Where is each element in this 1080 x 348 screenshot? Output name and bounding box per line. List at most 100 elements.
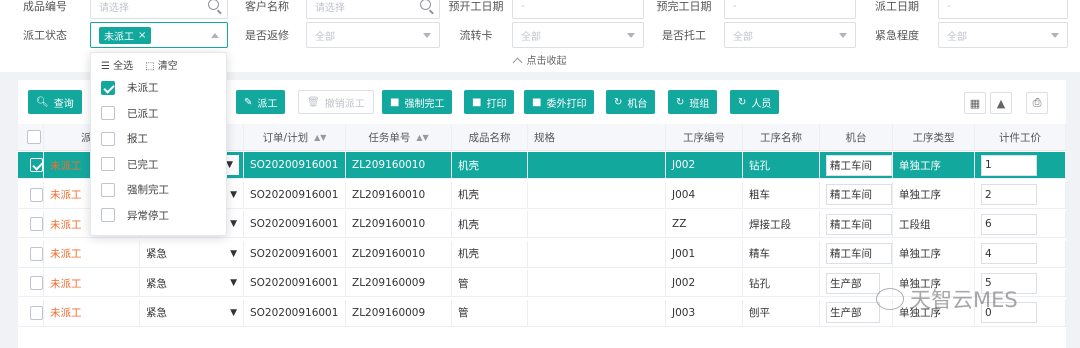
- dropdown-option[interactable]: 已派工: [91, 101, 226, 127]
- row-checkbox-cell[interactable]: [18, 299, 44, 326]
- select-all-action[interactable]: ☰ 全选: [101, 57, 133, 72]
- proc-type-cell: 单独工序: [893, 181, 975, 208]
- row-checkbox[interactable]: [30, 158, 43, 172]
- urgency-select[interactable]: 全部: [938, 22, 1068, 48]
- team-button[interactable]: ↻ 班组: [668, 90, 718, 114]
- dropdown-option[interactable]: 强制完工: [91, 177, 226, 203]
- search-icon[interactable]: [420, 0, 431, 10]
- order-cell: SO20200916001: [244, 211, 346, 237]
- refresh-icon: ↻: [738, 96, 747, 108]
- machine-cell[interactable]: 精工车间: [820, 152, 893, 178]
- sort-icon[interactable]: ▲▼: [314, 133, 326, 142]
- row-checkbox[interactable]: [30, 276, 43, 290]
- rework-select[interactable]: 全部: [306, 22, 440, 48]
- urgency-select[interactable]: 紧急 ▼: [146, 276, 243, 291]
- filter-label-rework: 是否返修: [245, 29, 289, 42]
- price-input[interactable]: 1: [981, 154, 1037, 176]
- price-input[interactable]: 2: [981, 184, 1037, 205]
- order-cell: SO20200916001: [244, 181, 346, 208]
- price-cell[interactable]: 1: [975, 152, 1066, 178]
- stamp-icon: ■: [532, 96, 542, 108]
- price-cell[interactable]: 2: [975, 181, 1066, 208]
- machine-input[interactable]: 精工车间: [826, 243, 892, 264]
- machine-input[interactable]: 精工车间: [826, 213, 892, 235]
- row-checkbox[interactable]: [30, 217, 43, 231]
- select-all-checkbox[interactable]: [26, 130, 41, 144]
- filter-label-outsource: 是否托工: [662, 29, 706, 42]
- customer-input[interactable]: 请选择: [306, 0, 440, 19]
- col-order[interactable]: 订单/计划 ▲▼: [244, 124, 346, 150]
- machine-input[interactable]: 精工车间: [826, 184, 892, 205]
- machine-input[interactable]: 生产部: [826, 302, 880, 323]
- dispatch-date-input[interactable]: -: [938, 0, 1068, 19]
- product-no-input[interactable]: 请选择: [90, 0, 228, 19]
- refresh-icon: ↻: [676, 96, 685, 108]
- status-select[interactable]: 未派工 ×: [90, 22, 228, 48]
- close-icon[interactable]: ×: [138, 30, 146, 41]
- machine-input[interactable]: 生产部: [826, 272, 880, 294]
- dropdown-option[interactable]: 异常停工: [91, 203, 226, 229]
- outsource-select[interactable]: 全部: [724, 22, 856, 48]
- columns-grid-icon[interactable]: ▦: [964, 92, 986, 114]
- row-checkbox-cell[interactable]: [18, 240, 44, 267]
- machine-cell[interactable]: 精工车间: [820, 240, 893, 267]
- col-task-label: 任务单号: [368, 131, 411, 144]
- price-input[interactable]: 6: [981, 213, 1037, 235]
- price-cell[interactable]: 4: [975, 240, 1066, 267]
- dropdown-option[interactable]: 未派工: [91, 75, 226, 101]
- force-complete-button[interactable]: ■ 强制完工: [382, 90, 453, 114]
- row-checkbox-cell[interactable]: [18, 181, 44, 208]
- urgency-select[interactable]: 紧急 ▼: [146, 305, 243, 320]
- option-checkbox[interactable]: [101, 182, 115, 197]
- option-checkbox[interactable]: [101, 157, 115, 172]
- spec-cell: [528, 211, 666, 237]
- dropdown-option[interactable]: 报工: [91, 126, 226, 152]
- col-task-no[interactable]: 任务单号 ▲▼: [346, 124, 452, 150]
- export-icon[interactable]: ▲: [990, 92, 1012, 114]
- machine-cell[interactable]: 精工车间: [820, 181, 893, 208]
- watermark-text: 天智云MES: [910, 288, 1018, 312]
- price-input[interactable]: 4: [981, 243, 1037, 264]
- dropdown-option[interactable]: 已完工: [91, 152, 226, 178]
- row-checkbox-cell[interactable]: [18, 270, 44, 296]
- option-checkbox[interactable]: [101, 131, 115, 146]
- row-checkbox-cell[interactable]: [18, 211, 44, 237]
- plan-start-date-input[interactable]: -: [512, 0, 644, 19]
- urgency-cell[interactable]: 紧急 ▼: [140, 299, 244, 326]
- sort-icon[interactable]: ▲▼: [416, 133, 428, 142]
- dispatch-button[interactable]: ✎ 派工: [236, 90, 286, 114]
- option-label: 异常停工: [127, 209, 169, 222]
- query-button[interactable]: 🔍︎ 查询: [28, 90, 82, 114]
- plan-end-date-input[interactable]: -: [724, 0, 856, 19]
- proc-no-cell: J001: [666, 240, 743, 267]
- machine-button[interactable]: ↻ 机台: [606, 90, 656, 114]
- staff-button[interactable]: ↻ 人员: [730, 90, 780, 114]
- printer-icon[interactable]: ⎙: [1026, 92, 1048, 114]
- machine-input[interactable]: 精工车间: [826, 154, 892, 176]
- option-label: 报工: [127, 133, 148, 146]
- option-checkbox[interactable]: [101, 208, 115, 223]
- price-cell[interactable]: 6: [975, 211, 1066, 237]
- outsource-print-button[interactable]: ■ 委外打印: [524, 90, 595, 114]
- outsource-print-label: 委外打印: [546, 98, 587, 110]
- cancel-dispatch-button[interactable]: 🗑︎ 撤销派工: [298, 90, 374, 114]
- urgency-cell[interactable]: 紧急 ▼: [140, 270, 244, 296]
- urgency-select[interactable]: 紧急 ▼: [146, 246, 243, 261]
- row-checkbox-cell[interactable]: [18, 152, 44, 178]
- print-button[interactable]: ■ 打印: [464, 90, 515, 114]
- row-checkbox[interactable]: [30, 246, 43, 261]
- clear-action[interactable]: ⬚ 清空: [145, 57, 178, 72]
- row-checkbox[interactable]: [30, 187, 43, 202]
- select-all-checkbox-cell[interactable]: [18, 124, 44, 150]
- search-icon[interactable]: [208, 0, 219, 10]
- product-cell: 管: [452, 270, 528, 296]
- row-checkbox[interactable]: [30, 305, 43, 320]
- option-checkbox[interactable]: [101, 106, 115, 121]
- proc-name-cell: 刨平: [743, 299, 820, 326]
- option-checkbox[interactable]: [101, 80, 115, 95]
- flow-card-select[interactable]: 全部: [512, 22, 644, 48]
- machine-cell[interactable]: 精工车间: [820, 211, 893, 237]
- search-icon: 🔍︎: [36, 96, 49, 108]
- urgency-cell[interactable]: 紧急 ▼: [140, 240, 244, 267]
- table-row[interactable]: 未派工 紧急 ▼ SO20200916001 ZL209160010 机壳 J00…: [18, 240, 1066, 268]
